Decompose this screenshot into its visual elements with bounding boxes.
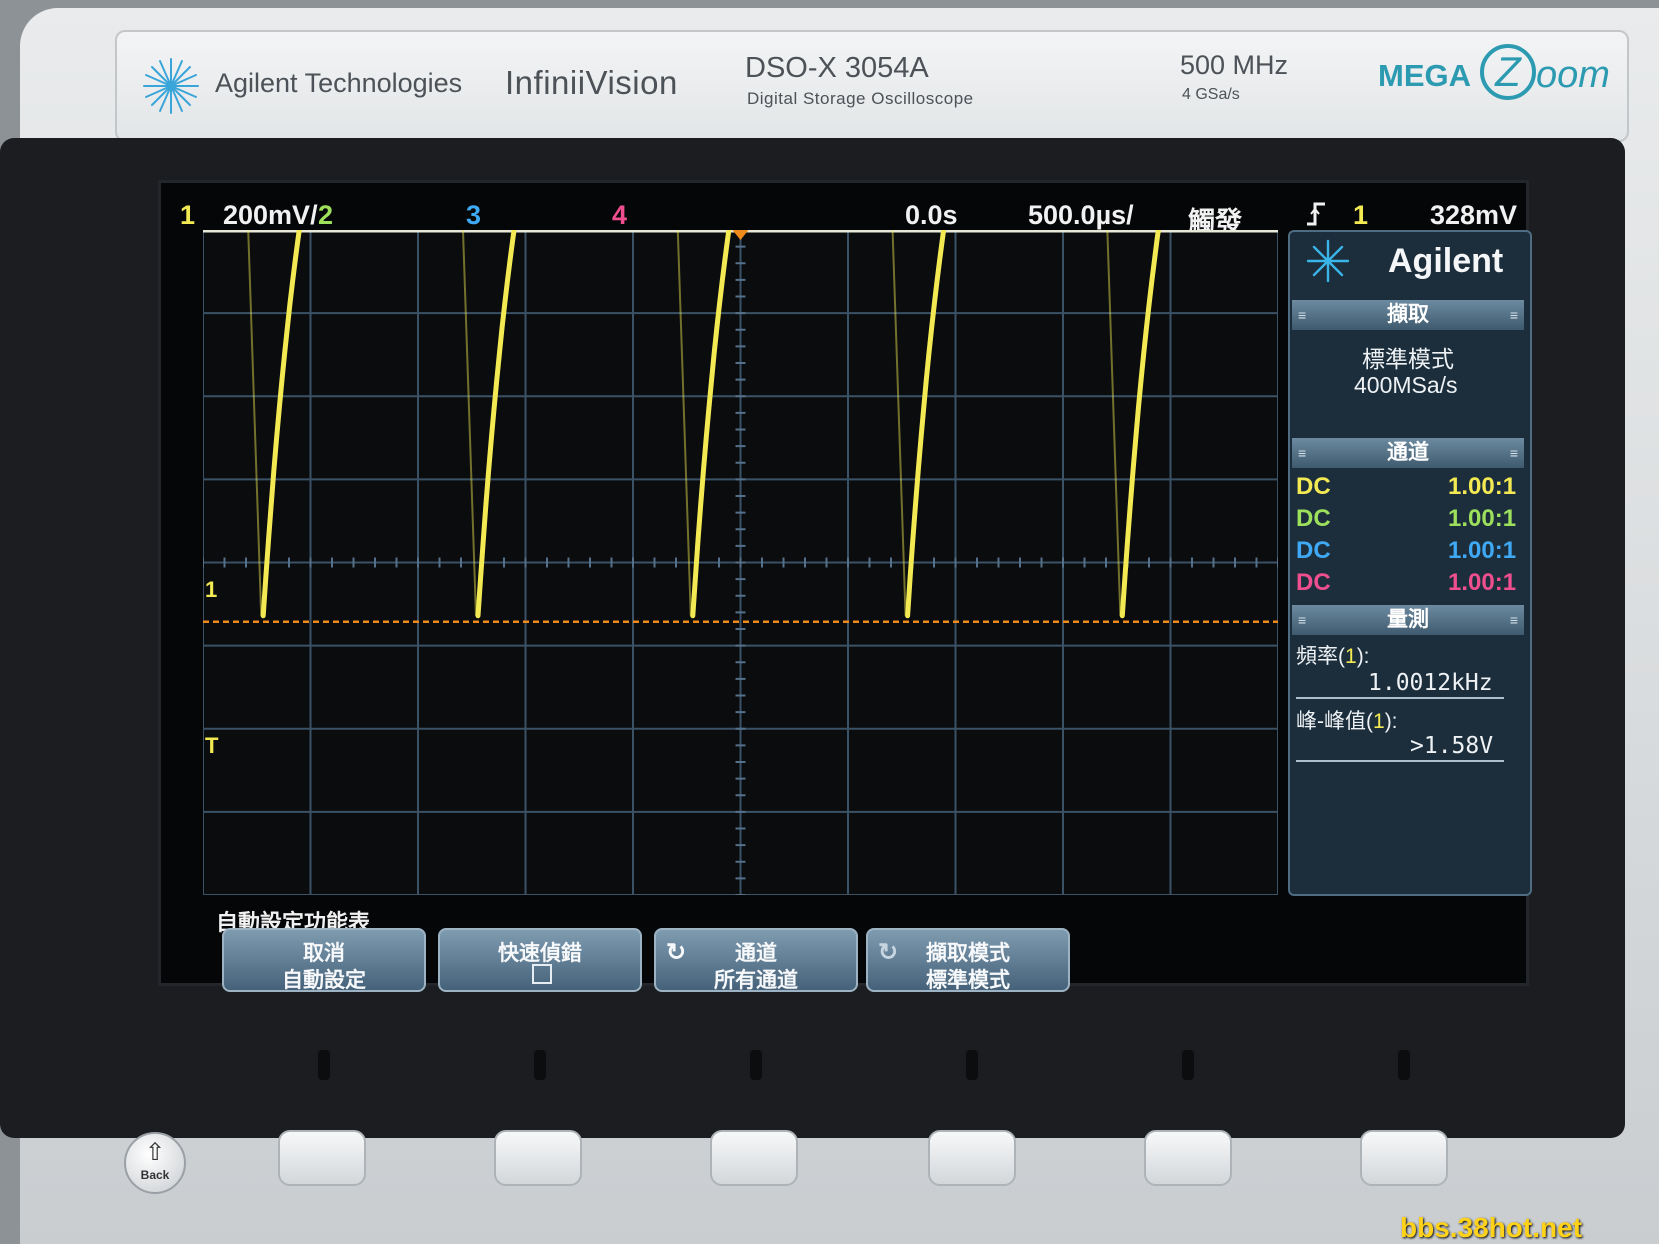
megazoom-logo: MEGA Z oom: [1378, 44, 1618, 104]
frequency-label-suffix: ):: [1356, 645, 1370, 668]
agilent-spark-icon: [143, 58, 199, 114]
grip-icon: ≡: [1509, 445, 1518, 461]
ch2-coupling: DC: [1296, 505, 1331, 532]
softkey-button-5[interactable]: [1144, 1130, 1232, 1186]
logo-mega-text: MEGA: [1378, 58, 1471, 93]
brand-name: Agilent Technologies: [215, 68, 463, 98]
frequency-label-channel: 1: [1345, 645, 1357, 668]
bandwidth-spec: 500 MHz: [1180, 50, 1289, 80]
measure-header-label: 量測: [1387, 608, 1429, 631]
sample-rate-spec: 4 GSa/s: [1182, 86, 1240, 103]
bezel-notch: [1398, 1050, 1410, 1080]
waveform-plot: [203, 230, 1278, 895]
time-offset: 0.0s: [905, 200, 958, 230]
measure-section-header[interactable]: ≡ 量測 ≡: [1292, 605, 1524, 635]
bezel-notch: [966, 1050, 978, 1080]
channels-softkey[interactable]: ↻ 通道 所有通道: [654, 928, 858, 992]
ch1-probe: 1.00:1: [1448, 473, 1517, 500]
ch1-coupling: DC: [1296, 473, 1331, 500]
grip-icon: ≡: [1298, 612, 1307, 628]
ch3-coupling: DC: [1296, 537, 1331, 564]
model-name: DSO-X 3054A: [745, 52, 929, 84]
fast-debug-softkey[interactable]: 快速偵錯: [438, 928, 642, 992]
softkey-button-4[interactable]: [928, 1130, 1016, 1186]
ch1-indicator[interactable]: 1: [180, 200, 195, 231]
grip-icon: ≡: [1298, 307, 1307, 323]
softkey-label: 取消: [303, 942, 345, 965]
agilent-spark-icon: [1306, 239, 1350, 283]
frequency-label: 頻率(1):: [1296, 640, 1370, 670]
trigger-level: 328mV: [1430, 200, 1518, 230]
acquisition-rate: 400MSa/s: [1354, 372, 1458, 398]
channels-section-header[interactable]: ≡ 通道 ≡: [1292, 438, 1524, 468]
up-arrow-icon: ⇧: [144, 1139, 166, 1166]
ch2-indicator[interactable]: 2: [318, 200, 333, 231]
series-name: InfiniiVision: [505, 64, 678, 101]
acquire-mode-softkey[interactable]: ↻ 擷取模式 標準模式: [866, 928, 1070, 992]
logo-z-ring: Z: [1480, 44, 1536, 100]
watermark: bbs.38hot.net: [1400, 1212, 1583, 1243]
ch4-indicator[interactable]: 4: [612, 200, 627, 231]
softkey-button-3[interactable]: [710, 1130, 798, 1186]
peak-to-peak-label: 峰-峰值(1):: [1296, 705, 1398, 735]
softkey-label: 擷取模式: [926, 942, 1010, 965]
bezel-notch: [1182, 1050, 1194, 1080]
bezel-notch: [534, 1050, 546, 1080]
cancel-autoscale-softkey[interactable]: 取消 自動設定: [222, 928, 426, 992]
softkey-button-6[interactable]: [1360, 1130, 1448, 1186]
measure-divider: [1296, 697, 1504, 699]
frequency-label-prefix: 頻率(: [1296, 645, 1345, 668]
ch4-probe: 1.00:1: [1448, 569, 1517, 596]
channels-header-label: 通道: [1387, 441, 1429, 464]
softkey-label: 快速偵錯: [498, 942, 582, 965]
back-button-label: Back: [140, 1168, 170, 1182]
ch3-probe: 1.00:1: [1448, 537, 1517, 564]
panel-brand: Agilent: [1388, 242, 1504, 280]
softkey-sublabel: 自動設定: [282, 969, 366, 992]
back-button[interactable]: ⇧ Back: [124, 1132, 186, 1194]
pp-label-channel: 1: [1373, 710, 1385, 733]
softkey-sublabel: 所有通道: [714, 969, 798, 992]
ch4-coupling: DC: [1296, 569, 1331, 596]
ch1-scale: 200mV/: [223, 200, 318, 230]
acquisition-section-header[interactable]: ≡ 擷取 ≡: [1292, 300, 1524, 330]
frequency-value: 1.0012kHz: [1368, 670, 1493, 696]
grip-icon: ≡: [1509, 612, 1518, 628]
ch3-indicator[interactable]: 3: [466, 200, 481, 231]
trigger-source: 1: [1353, 200, 1369, 230]
acquisition-mode: 標準模式: [1362, 346, 1454, 372]
softkey-button-2[interactable]: [494, 1130, 582, 1186]
grip-icon: ≡: [1298, 445, 1307, 461]
checkbox-icon[interactable]: [532, 964, 552, 984]
trigger-level-marker[interactable]: T: [205, 733, 218, 759]
softkey-label: 通道: [735, 942, 777, 965]
softkey-sublabel: 標準模式: [926, 969, 1010, 992]
pp-label-suffix: ):: [1384, 710, 1398, 733]
acquisition-header-label: 擷取: [1387, 303, 1429, 326]
grip-icon: ≡: [1509, 307, 1518, 323]
model-subtitle: Digital Storage Oscilloscope: [747, 89, 974, 108]
peak-to-peak-value: >1.58V: [1410, 733, 1494, 759]
measure-divider: [1296, 760, 1504, 762]
pp-label-prefix: 峰-峰值(: [1296, 710, 1373, 733]
bezel-notch: [750, 1050, 762, 1080]
time-scale: 500.0µs/: [1028, 200, 1134, 230]
bezel-notch: [318, 1050, 330, 1080]
ch1-ground-marker[interactable]: 1: [205, 577, 217, 603]
softkey-button-1[interactable]: [278, 1130, 366, 1186]
logo-zoom-text: oom: [1536, 54, 1610, 96]
ch2-probe: 1.00:1: [1448, 505, 1517, 532]
